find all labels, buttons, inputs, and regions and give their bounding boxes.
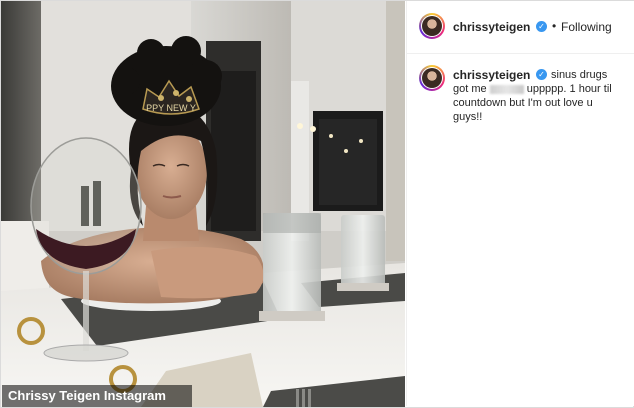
avatar-ring — [421, 15, 443, 37]
post-photo[interactable]: PPY NEW Y Chrissy Teigen Instagram — [1, 1, 405, 407]
caption-avatar[interactable] — [419, 65, 445, 91]
avatar-image — [422, 16, 442, 36]
verified-badge-icon: ✓ — [536, 21, 547, 32]
blurred-word — [489, 84, 524, 94]
caption-text: sinus drugs got me uppppp. 1 hour til co… — [453, 68, 618, 124]
avatar-image — [422, 68, 442, 88]
avatar-ring — [421, 67, 443, 89]
crown-text: PPY NEW Y — [146, 103, 196, 113]
photo-credit-text: Chrissy Teigen Instagram — [8, 388, 166, 403]
following-button[interactable]: Following — [561, 20, 612, 34]
photo-credit-overlay: Chrissy Teigen Instagram — [2, 385, 192, 407]
header-avatar[interactable] — [419, 13, 445, 39]
post-side-panel: chrissyteigen ✓ • Following chrissyteige… — [406, 1, 634, 406]
header-username[interactable]: chrissyteigen — [453, 20, 530, 34]
photo-scene: PPY NEW Y — [1, 1, 405, 407]
post-header: chrissyteigen ✓ • Following — [407, 1, 634, 54]
separator-dot: • — [552, 19, 557, 33]
